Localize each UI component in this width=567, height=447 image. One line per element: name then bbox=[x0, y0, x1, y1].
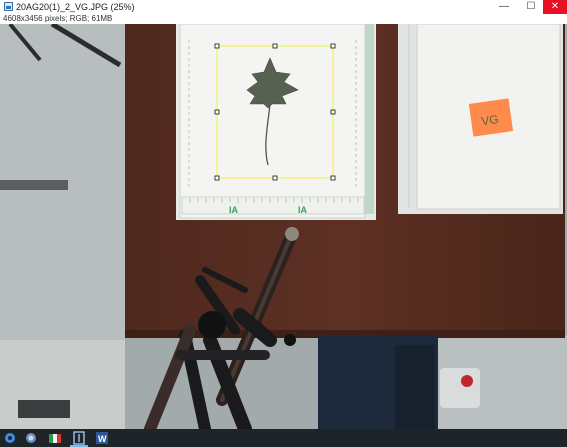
minimize-button[interactable]: — bbox=[492, 0, 516, 14]
image-viewer-icon[interactable] bbox=[72, 431, 86, 445]
ruler-label: IA bbox=[229, 205, 239, 215]
floor-object-dot bbox=[461, 375, 473, 387]
floor-box bbox=[18, 400, 70, 418]
app-icon bbox=[4, 2, 13, 11]
windows-start-icon[interactable] bbox=[3, 431, 17, 445]
image-info: 4608x3456 pixels; RGB; 61MB bbox=[3, 14, 113, 23]
image-info-bar: 4608x3456 pixels; RGB; 61MB bbox=[0, 14, 567, 24]
herbarium-sheet bbox=[179, 24, 366, 219]
person-legs-shade bbox=[395, 345, 435, 429]
taskbar: W bbox=[0, 429, 567, 447]
title-bar[interactable]: 20AG20(1)_2_VG.JPG (25%) — ☐ ✕ bbox=[0, 0, 567, 15]
search-icon[interactable] bbox=[24, 431, 38, 445]
image-canvas[interactable]: IA IA VG bbox=[0, 24, 567, 429]
file-explorer-icon[interactable] bbox=[48, 431, 62, 445]
ruler-label: IA bbox=[298, 205, 308, 215]
floor-object bbox=[440, 368, 480, 408]
close-button[interactable]: ✕ bbox=[543, 0, 567, 14]
word-icon[interactable]: W bbox=[95, 431, 109, 445]
sticky-note: VG bbox=[468, 98, 514, 137]
svg-text:W: W bbox=[98, 434, 107, 444]
maximize-button[interactable]: ☐ bbox=[519, 0, 543, 14]
photo: IA IA VG bbox=[0, 24, 567, 429]
image-viewer-window: 20AG20(1)_2_VG.JPG (25%) — ☐ ✕ 4608x3456… bbox=[0, 0, 567, 447]
window-title: 20AG20(1)_2_VG.JPG (25%) bbox=[16, 2, 135, 12]
sticky-note-text: VG bbox=[480, 112, 499, 128]
left-shelf bbox=[0, 180, 68, 190]
ruler bbox=[181, 196, 365, 215]
